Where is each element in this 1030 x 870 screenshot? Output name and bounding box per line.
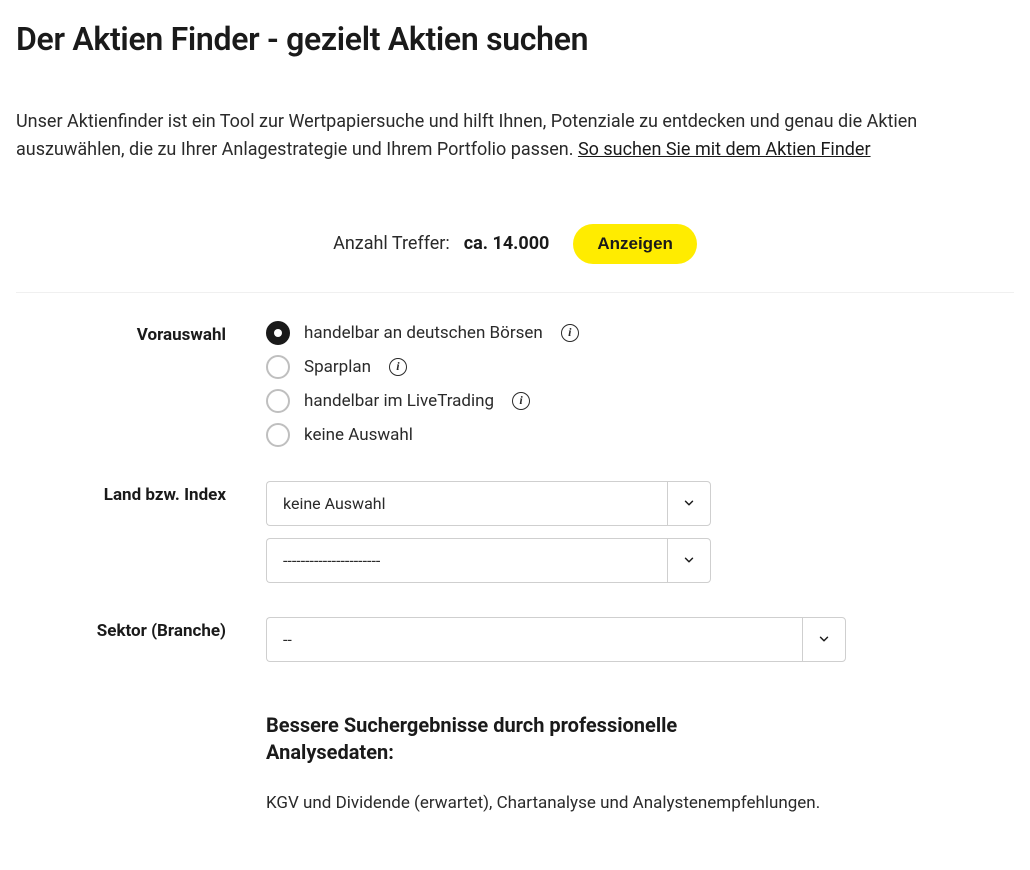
select-country-value: keine Auswahl <box>266 481 667 526</box>
row-preselect: Vorauswahl handelbar an deutschen Börsen… <box>16 321 1014 447</box>
chevron-down-icon <box>667 538 711 583</box>
results-label: Anzahl Treffer: <box>333 233 450 254</box>
page-title: Der Aktien Finder - gezielt Aktien suche… <box>16 20 1014 58</box>
radio-group-preselect: handelbar an deutschen Börsen i Sparplan… <box>266 321 846 447</box>
radio-label: Sparplan <box>304 357 371 377</box>
info-icon[interactable]: i <box>561 324 579 342</box>
radio-indicator <box>266 389 290 413</box>
radio-label: handelbar an deutschen Börsen <box>304 323 543 343</box>
label-sector: Sektor (Branche) <box>16 617 266 641</box>
row-country: Land bzw. Index keine Auswahl ----------… <box>16 481 1014 583</box>
intro-paragraph: Unser Aktienfinder ist ein Tool zur Wert… <box>16 108 1014 164</box>
select-country-sub-value: ---------------------- <box>266 538 667 583</box>
chevron-down-icon <box>667 481 711 526</box>
show-results-button[interactable]: Anzeigen <box>573 224 697 264</box>
row-sector: Sektor (Branche) -- <box>16 617 1014 662</box>
radio-sparplan[interactable]: Sparplan i <box>266 355 846 379</box>
info-icon[interactable]: i <box>512 392 530 410</box>
select-country[interactable]: keine Auswahl <box>266 481 711 526</box>
row-footer-info: Bessere Suchergebnisse durch professione… <box>16 712 1014 816</box>
radio-indicator <box>266 423 290 447</box>
radio-livetrading[interactable]: handelbar im LiveTrading i <box>266 389 846 413</box>
footer-heading: Bessere Suchergebnisse durch professione… <box>266 712 706 766</box>
footer-text: KGV und Dividende (erwartet), Chartanaly… <box>266 790 846 816</box>
intro-link[interactable]: So suchen Sie mit dem Aktien Finder <box>578 139 871 160</box>
radio-keine-auswahl[interactable]: keine Auswahl <box>266 423 846 447</box>
results-bar: Anzahl Treffer: ca. 14.000 Anzeigen <box>16 224 1014 293</box>
info-icon[interactable]: i <box>389 358 407 376</box>
select-sector-value: -- <box>266 617 802 662</box>
label-country: Land bzw. Index <box>16 481 266 505</box>
select-country-sub[interactable]: ---------------------- <box>266 538 711 583</box>
chevron-down-icon <box>802 617 846 662</box>
radio-indicator <box>266 321 290 345</box>
label-preselect: Vorauswahl <box>16 321 266 345</box>
results-count: ca. 14.000 <box>464 233 550 254</box>
radio-handelbar-deutschen[interactable]: handelbar an deutschen Börsen i <box>266 321 846 345</box>
radio-label: keine Auswahl <box>304 425 413 445</box>
select-sector[interactable]: -- <box>266 617 846 662</box>
radio-label: handelbar im LiveTrading <box>304 391 494 411</box>
radio-indicator <box>266 355 290 379</box>
